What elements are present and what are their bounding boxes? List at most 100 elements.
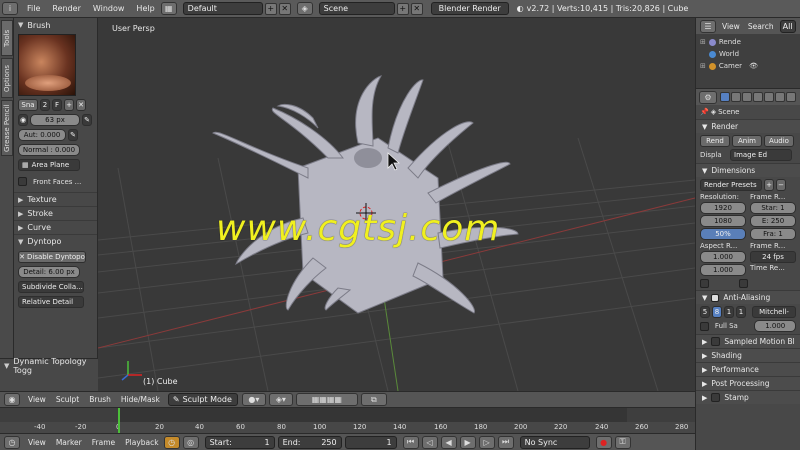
fps-select[interactable]: 24 fps xyxy=(750,251,796,263)
info-editor-icon[interactable]: i xyxy=(2,2,18,15)
outliner-item-camera[interactable]: ⊞ Camer 👁 xyxy=(700,60,796,72)
frame-end-field[interactable]: E: 250 xyxy=(750,215,796,227)
use-preview-icon[interactable]: ◎ xyxy=(182,435,199,449)
render-context-icon[interactable] xyxy=(720,92,730,102)
remove-scene-button[interactable]: ✕ xyxy=(410,2,423,15)
outliner-item-world[interactable]: World xyxy=(700,48,796,60)
detail-size-field[interactable]: Detail: 6.00 px xyxy=(18,266,80,278)
operator-panel-header[interactable]: ▼ Dynamic Topology Togg xyxy=(0,357,98,375)
disable-dyntopo-button[interactable]: ✕ Disable Dyntopo xyxy=(18,251,86,263)
render-animation-button[interactable]: Anim xyxy=(732,135,762,147)
jump-keyframe-back-icon[interactable]: ◁ xyxy=(421,435,438,449)
sync-mode-select[interactable]: No Sync xyxy=(519,435,590,449)
frame-step-field[interactable]: Fra: 1 xyxy=(750,228,796,240)
brush-preview-image[interactable] xyxy=(18,34,76,96)
aa-samples-5[interactable]: 5 xyxy=(700,306,710,318)
aspect-y-field[interactable]: 1.000 xyxy=(700,264,746,276)
play-icon[interactable]: ▶ xyxy=(459,435,476,449)
render-engine-select[interactable]: Blender Render xyxy=(430,2,509,15)
sampled-motion-blur-section-header[interactable]: ▶ Sampled Motion Bl xyxy=(696,334,800,348)
menu-playback[interactable]: Playback xyxy=(120,438,163,447)
keying-set-icon[interactable]: ⚿ xyxy=(614,435,631,449)
start-frame-field[interactable]: Start: 1 xyxy=(204,435,275,449)
filter-size-field[interactable]: 1.000 xyxy=(754,320,796,332)
record-icon[interactable]: ● xyxy=(595,435,612,449)
anti-aliasing-section-header[interactable]: ▼ Anti-Aliasing xyxy=(696,290,800,304)
menu-hide-mask[interactable]: Hide/Mask xyxy=(116,395,165,404)
menu-window[interactable]: Window xyxy=(87,4,131,13)
add-brush-button[interactable]: + xyxy=(64,99,74,111)
full-sample-checkbox[interactable] xyxy=(700,321,709,331)
display-mode-select[interactable]: Image Ed xyxy=(730,149,792,161)
outliner-display-select[interactable]: All xyxy=(779,19,796,33)
menu-help[interactable]: Help xyxy=(130,4,160,13)
menu-view[interactable]: View xyxy=(720,22,742,31)
area-plane-select[interactable]: ▦ Area Plane xyxy=(18,159,80,171)
scene-context-icon[interactable] xyxy=(742,92,752,102)
render-audio-button[interactable]: Audio xyxy=(764,135,794,147)
remove-preset-button[interactable]: − xyxy=(776,179,786,191)
jump-keyframe-forward-icon[interactable]: ▷ xyxy=(478,435,495,449)
anti-aliasing-checkbox[interactable] xyxy=(711,293,720,302)
front-faces-checkbox[interactable] xyxy=(18,177,27,186)
mode-select[interactable]: ✎ Sculpt Mode xyxy=(167,393,238,406)
scene-field[interactable]: Scene xyxy=(318,2,395,15)
aspect-x-field[interactable]: 1.000 xyxy=(700,251,746,263)
menu-search[interactable]: Search xyxy=(746,22,776,31)
motion-blur-checkbox[interactable] xyxy=(711,337,721,346)
curve-panel-header[interactable]: ▶ Curve xyxy=(14,220,97,234)
current-frame-cursor[interactable] xyxy=(118,408,120,434)
stamp-section-header[interactable]: ▶ Stamp xyxy=(696,390,800,404)
menu-file[interactable]: File xyxy=(21,4,46,13)
menu-render[interactable]: Render xyxy=(46,4,86,13)
frame-start-field[interactable]: Star: 1 xyxy=(750,202,796,214)
scene-icon[interactable]: ◈ xyxy=(296,2,313,15)
timeline-editor-icon[interactable]: ◷ xyxy=(4,435,20,449)
layers-grid-icon[interactable]: ▦▦▦▦ xyxy=(295,393,358,406)
relative-detail-select[interactable]: Relative Detail xyxy=(18,296,84,308)
strength-field[interactable]: Aut: 0.000 xyxy=(18,129,66,141)
texture-panel-header[interactable]: ▶ Texture xyxy=(14,192,97,206)
end-frame-field[interactable]: End: 250 xyxy=(277,435,342,449)
world-context-icon[interactable] xyxy=(753,92,763,102)
radius-field[interactable]: 63 px xyxy=(30,114,80,126)
preview-range-icon[interactable]: ◷ xyxy=(163,435,180,449)
outliner-editor-icon[interactable]: ☰ xyxy=(700,19,716,33)
remove-brush-button[interactable]: ✕ xyxy=(76,99,86,111)
pressure-strength-icon[interactable]: ✎ xyxy=(68,129,78,141)
add-scene-button[interactable]: + xyxy=(396,2,409,15)
resolution-x-field[interactable]: 1920 xyxy=(700,202,746,214)
modifiers-context-icon[interactable] xyxy=(775,92,785,102)
render-section-header[interactable]: ▼ Render xyxy=(696,119,800,133)
3d-viewport[interactable]: User Persp www.cgtsj.com (1) Cube xyxy=(98,18,695,391)
border-checkbox[interactable] xyxy=(700,279,709,288)
aa-samples-8[interactable]: 8 xyxy=(712,306,722,318)
brush-panel-header[interactable]: ▼ Brush xyxy=(14,18,97,32)
editor-type-icon[interactable]: ◉ xyxy=(4,393,20,406)
render-image-button[interactable]: Rend xyxy=(700,135,730,147)
brush-fake-user-button[interactable]: F xyxy=(52,99,62,111)
radius-unit-icon[interactable]: ◉ xyxy=(18,114,28,126)
crop-checkbox[interactable] xyxy=(739,279,748,288)
outliner-item-render-layers[interactable]: ⊞ Rende xyxy=(700,36,796,48)
stroke-panel-header[interactable]: ▶ Stroke xyxy=(14,206,97,220)
render-layers-context-icon[interactable] xyxy=(731,92,741,102)
aa-samples-16[interactable]: 1 xyxy=(736,306,746,318)
render-presets-select[interactable]: Render Presets xyxy=(700,179,762,191)
add-layout-button[interactable]: + xyxy=(264,2,277,15)
screen-layout-icon[interactable]: ▦ xyxy=(160,2,177,15)
menu-marker[interactable]: Marker xyxy=(51,438,87,447)
tab-options[interactable]: Options xyxy=(1,58,13,98)
resolution-percent-field[interactable]: 50% xyxy=(700,228,746,240)
render-preview-icon[interactable]: ⧉ xyxy=(360,393,387,406)
tab-grease-pencil[interactable]: Grease Pencil xyxy=(1,100,13,156)
pin-icon[interactable]: 📌 xyxy=(700,108,709,116)
material-context-icon[interactable] xyxy=(786,92,796,102)
performance-section-header[interactable]: ▶ Performance xyxy=(696,362,800,376)
aa-samples-11[interactable]: 1 xyxy=(724,306,734,318)
normal-weight-field[interactable]: Normal : 0.000 xyxy=(18,144,80,156)
dyntopo-panel-header[interactable]: ▼ Dyntopo xyxy=(14,234,97,248)
brush-name-field[interactable]: Sna xyxy=(18,99,38,111)
menu-view[interactable]: View xyxy=(23,438,51,447)
visibility-eye-icon[interactable]: 👁 xyxy=(749,62,758,70)
